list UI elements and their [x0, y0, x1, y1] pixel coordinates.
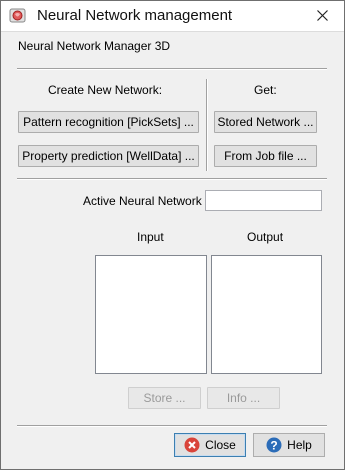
separator-top	[17, 68, 327, 70]
title-bar[interactable]: Neural Network management	[1, 1, 344, 32]
from-job-file-button[interactable]: From Job file ...	[214, 145, 317, 167]
close-button[interactable]: Close	[174, 433, 246, 457]
active-network-label: Active Neural Network	[83, 194, 202, 208]
input-list[interactable]	[95, 255, 207, 374]
info-button[interactable]: Info ...	[207, 387, 280, 409]
svg-text:?: ?	[270, 439, 277, 453]
app-icon	[9, 7, 26, 24]
dialog-window: Neural Network management Neural Network…	[0, 0, 345, 470]
active-network-field[interactable]	[205, 190, 322, 211]
help-button[interactable]: ? Help	[253, 433, 325, 457]
help-icon: ?	[266, 437, 282, 453]
close-button-label: Close	[205, 438, 236, 452]
close-icon	[184, 437, 200, 453]
output-list[interactable]	[211, 255, 322, 374]
pattern-recognition-button[interactable]: Pattern recognition [PickSets] ...	[18, 111, 199, 133]
separator-bottom	[17, 425, 327, 427]
create-network-label: Create New Network:	[48, 83, 163, 97]
get-label: Get:	[254, 83, 277, 97]
output-label: Output	[247, 230, 284, 244]
window-close-button[interactable]	[301, 1, 345, 31]
close-x-icon	[317, 10, 328, 21]
property-prediction-button[interactable]: Property prediction [WellData] ...	[18, 145, 199, 167]
stored-network-button[interactable]: Stored Network ...	[214, 111, 317, 133]
separator-middle	[17, 178, 327, 180]
help-button-label: Help	[287, 438, 312, 452]
store-button[interactable]: Store ...	[128, 387, 201, 409]
window-title: Neural Network management	[37, 7, 233, 24]
separator-vertical	[206, 79, 208, 171]
input-label: Input	[137, 230, 164, 244]
dialog-header: Neural Network Manager 3D	[18, 39, 171, 53]
